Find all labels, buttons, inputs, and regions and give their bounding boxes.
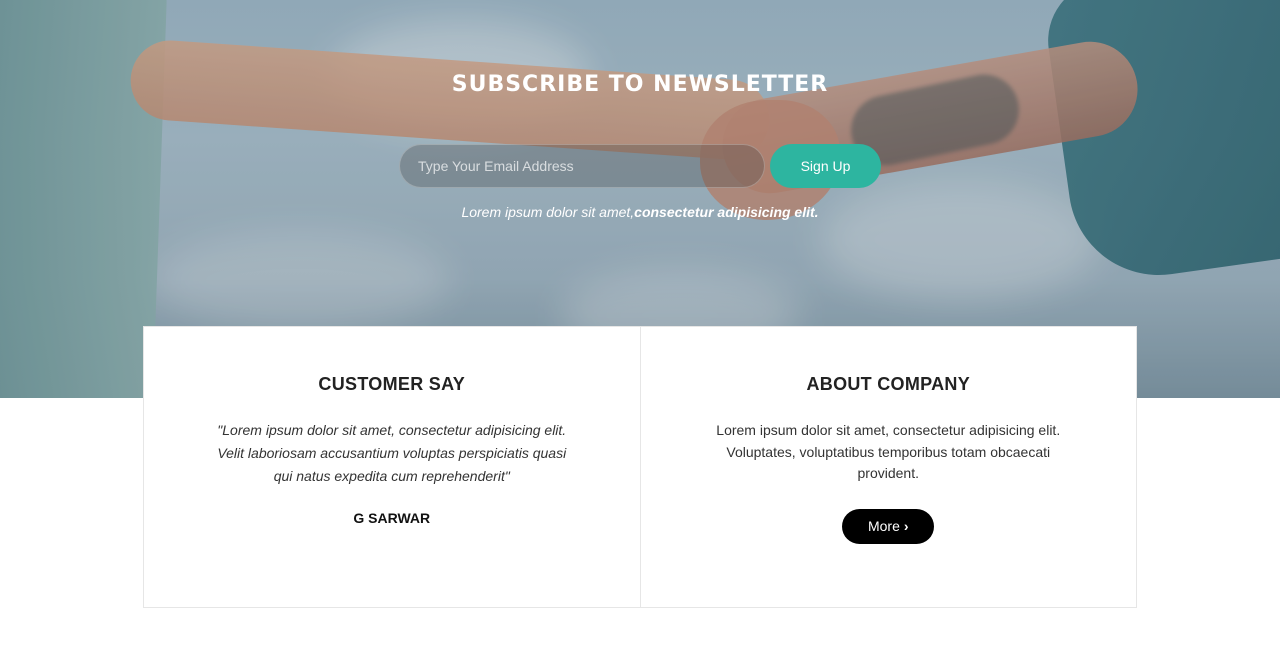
about-company-text: Lorem ipsum dolor sit amet, consectetur … <box>716 422 1061 481</box>
about-company-heading: ABOUT COMPANY <box>806 374 971 394</box>
customer-say-card: CUSTOMER SAY "Lorem ipsum dolor sit amet… <box>144 327 640 607</box>
chevron-right-icon: › <box>903 518 909 534</box>
tagline-text: Lorem ipsum dolor sit amet, <box>461 204 635 220</box>
tagline-bold-text: consectetur adipisicing elit. <box>634 204 819 220</box>
more-button[interactable]: More › <box>842 508 935 544</box>
email-input[interactable] <box>399 144 765 188</box>
newsletter-tagline: Lorem ipsum dolor sit amet,consectetur a… <box>0 204 1280 220</box>
sign-up-button[interactable]: Sign Up <box>770 144 881 188</box>
testimonial-quote: "Lorem ipsum dolor sit amet, consectetur… <box>217 422 567 484</box>
about-company-card: ABOUT COMPANY Lorem ipsum dolor sit amet… <box>639 327 1137 607</box>
more-button-label: More <box>867 518 900 534</box>
customer-say-heading: CUSTOMER SAY <box>318 374 466 394</box>
testimonial-author: G SARWAR <box>353 510 431 526</box>
info-cards: CUSTOMER SAY "Lorem ipsum dolor sit amet… <box>143 326 1137 608</box>
newsletter-title: SUBSCRIBE TO NEWSLETTER <box>451 72 829 97</box>
